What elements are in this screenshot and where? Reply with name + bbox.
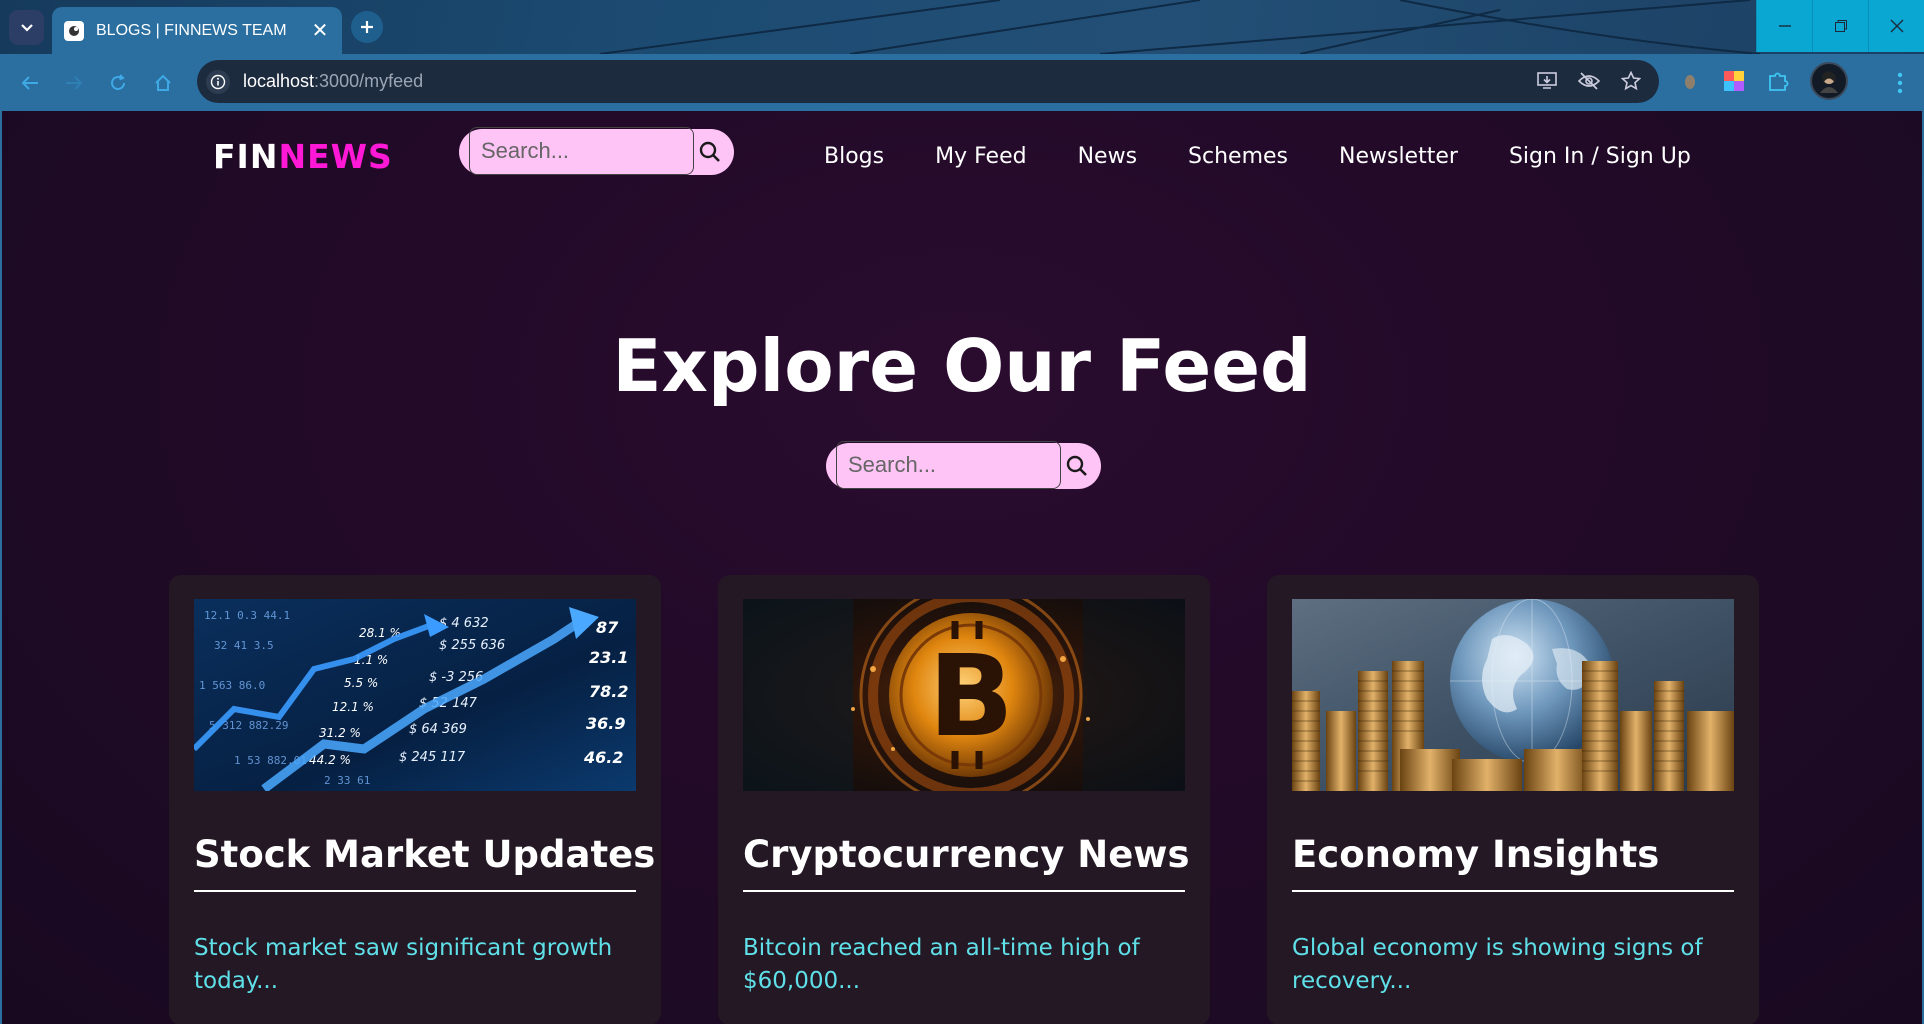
install-app-icon[interactable] [1535,69,1559,93]
new-tab-button[interactable] [351,11,383,43]
nav-blogs[interactable]: Blogs [824,144,884,169]
tab-search-button[interactable] [9,10,44,45]
header-search [459,127,734,175]
header-search-input[interactable] [469,127,694,175]
card-text: Bitcoin reached an all-time high of $60,… [743,935,1140,994]
page-title: Explore Our Feed [612,324,1312,408]
site-header: FINNEWS Blogs My Feed News Schemes Newsl… [2,111,1922,203]
svg-text:32 41 3.5: 32 41 3.5 [214,639,274,652]
card-text: Global economy is showing signs of recov… [1292,935,1703,994]
card-title: Stock Market Updates [194,833,655,892]
nav-sign-in[interactable]: Sign In / Sign Up [1509,144,1691,169]
site-logo[interactable]: FINNEWS [213,137,393,176]
bookmark-star-icon[interactable] [1619,69,1643,93]
address-bar[interactable]: localhost:3000/myfeed [197,60,1659,103]
extension-icon[interactable] [1678,69,1702,93]
close-tab-icon[interactable]: ✕ [310,18,330,43]
main-nav: Blogs My Feed News Schemes Newsletter Si… [824,144,1742,169]
eye-off-icon[interactable] [1577,69,1601,93]
feed-search [826,441,1101,489]
svg-text:46.2: 46.2 [583,748,623,767]
svg-text:$ 245 117: $ 245 117 [399,750,466,765]
svg-text:2 33 61: 2 33 61 [324,774,370,787]
color-palette-icon[interactable] [1722,69,1746,93]
more-menu-icon[interactable] [1890,68,1910,98]
home-icon[interactable] [151,71,175,95]
svg-text:B: B [928,632,1013,762]
favicon-icon [64,20,84,41]
svg-text:87: 87 [596,618,619,637]
svg-text:$ 255 636: $ 255 636 [439,638,505,653]
feed-card[interactable]: Economy Insights Global economy is showi… [1267,575,1759,1024]
nav-newsletter[interactable]: Newsletter [1339,144,1458,169]
window-controls [1756,0,1924,52]
card-title: Cryptocurrency News [743,833,1190,892]
svg-text:12.1 0.3 44.1: 12.1 0.3 44.1 [204,609,290,622]
chevron-down-icon [20,23,33,32]
page-viewport: FINNEWS Blogs My Feed News Schemes Newsl… [0,111,1924,1024]
close-icon [1890,19,1903,33]
browser-titlebar: BLOGS | FINNEWS TEAM ✕ [0,0,1924,54]
search-icon [699,141,720,162]
url-path: :3000/myfeed [314,71,424,91]
logo-fin: FIN [213,137,279,176]
svg-text:$ 4 632: $ 4 632 [439,616,489,631]
svg-text:12.1 %: 12.1 % [332,700,374,714]
header-search-button[interactable] [696,138,724,166]
puzzle-extensions-icon[interactable] [1766,69,1790,93]
minimize-button[interactable] [1756,0,1812,52]
svg-text:23.1: 23.1 [589,648,628,667]
restore-button[interactable] [1812,0,1868,52]
extensions-area [1678,62,1848,100]
nav-schemes[interactable]: Schemes [1188,144,1288,169]
search-icon [1066,455,1087,476]
svg-text:31.2 %: 31.2 % [319,726,361,740]
svg-text:1 563 86.0: 1 563 86.0 [199,679,265,692]
browser-tab-active[interactable]: BLOGS | FINNEWS TEAM ✕ [52,7,342,54]
feed-search-input[interactable] [836,441,1061,489]
url-text: localhost:3000/myfeed [243,71,423,92]
forward-arrow-icon[interactable] [62,71,86,95]
card-text: Stock market saw significant growth toda… [194,935,613,994]
bitcoin-coin-image: B [743,599,1185,791]
logo-news: NEWS [278,137,393,176]
nav-my-feed[interactable]: My Feed [935,144,1026,169]
profile-avatar[interactable] [1810,62,1848,100]
tab-title: BLOGS | FINNEWS TEAM [96,21,287,39]
minimize-icon [1778,25,1791,27]
card-title: Economy Insights [1292,833,1734,892]
svg-text:5.5 %: 5.5 % [344,676,378,690]
restore-icon [1834,20,1847,32]
feed-cards: 12.1 0.3 44.1 32 41 3.5 1 563 86.0 5 312 8… [169,575,1759,1024]
back-arrow-icon[interactable] [18,71,42,95]
feed-card[interactable]: 12.1 0.3 44.1 32 41 3.5 1 563 86.0 5 312 8… [169,575,661,1024]
svg-text:36.9: 36.9 [586,714,625,733]
feed-card[interactable]: B Cryptocurrency News Bitcoin reached an… [718,575,1210,1024]
globe-coins-image [1292,599,1734,791]
avatar-icon [1820,71,1838,93]
svg-text:78.2: 78.2 [589,682,628,701]
site-info-icon[interactable] [206,69,230,94]
nav-news[interactable]: News [1078,144,1137,169]
browser-toolbar: localhost:3000/myfeed [0,54,1924,111]
browser-chrome: BLOGS | FINNEWS TEAM ✕ localhost:3000/my… [0,0,1924,111]
feed-search-button[interactable] [1063,452,1091,480]
reload-icon[interactable] [106,71,130,95]
stock-chart-image: 12.1 0.3 44.1 32 41 3.5 1 563 86.0 5 312 8… [194,599,636,791]
svg-text:$ 64 369: $ 64 369 [409,722,467,737]
url-host: localhost [243,71,315,91]
plus-icon [361,21,373,33]
close-window-button[interactable] [1868,0,1924,52]
